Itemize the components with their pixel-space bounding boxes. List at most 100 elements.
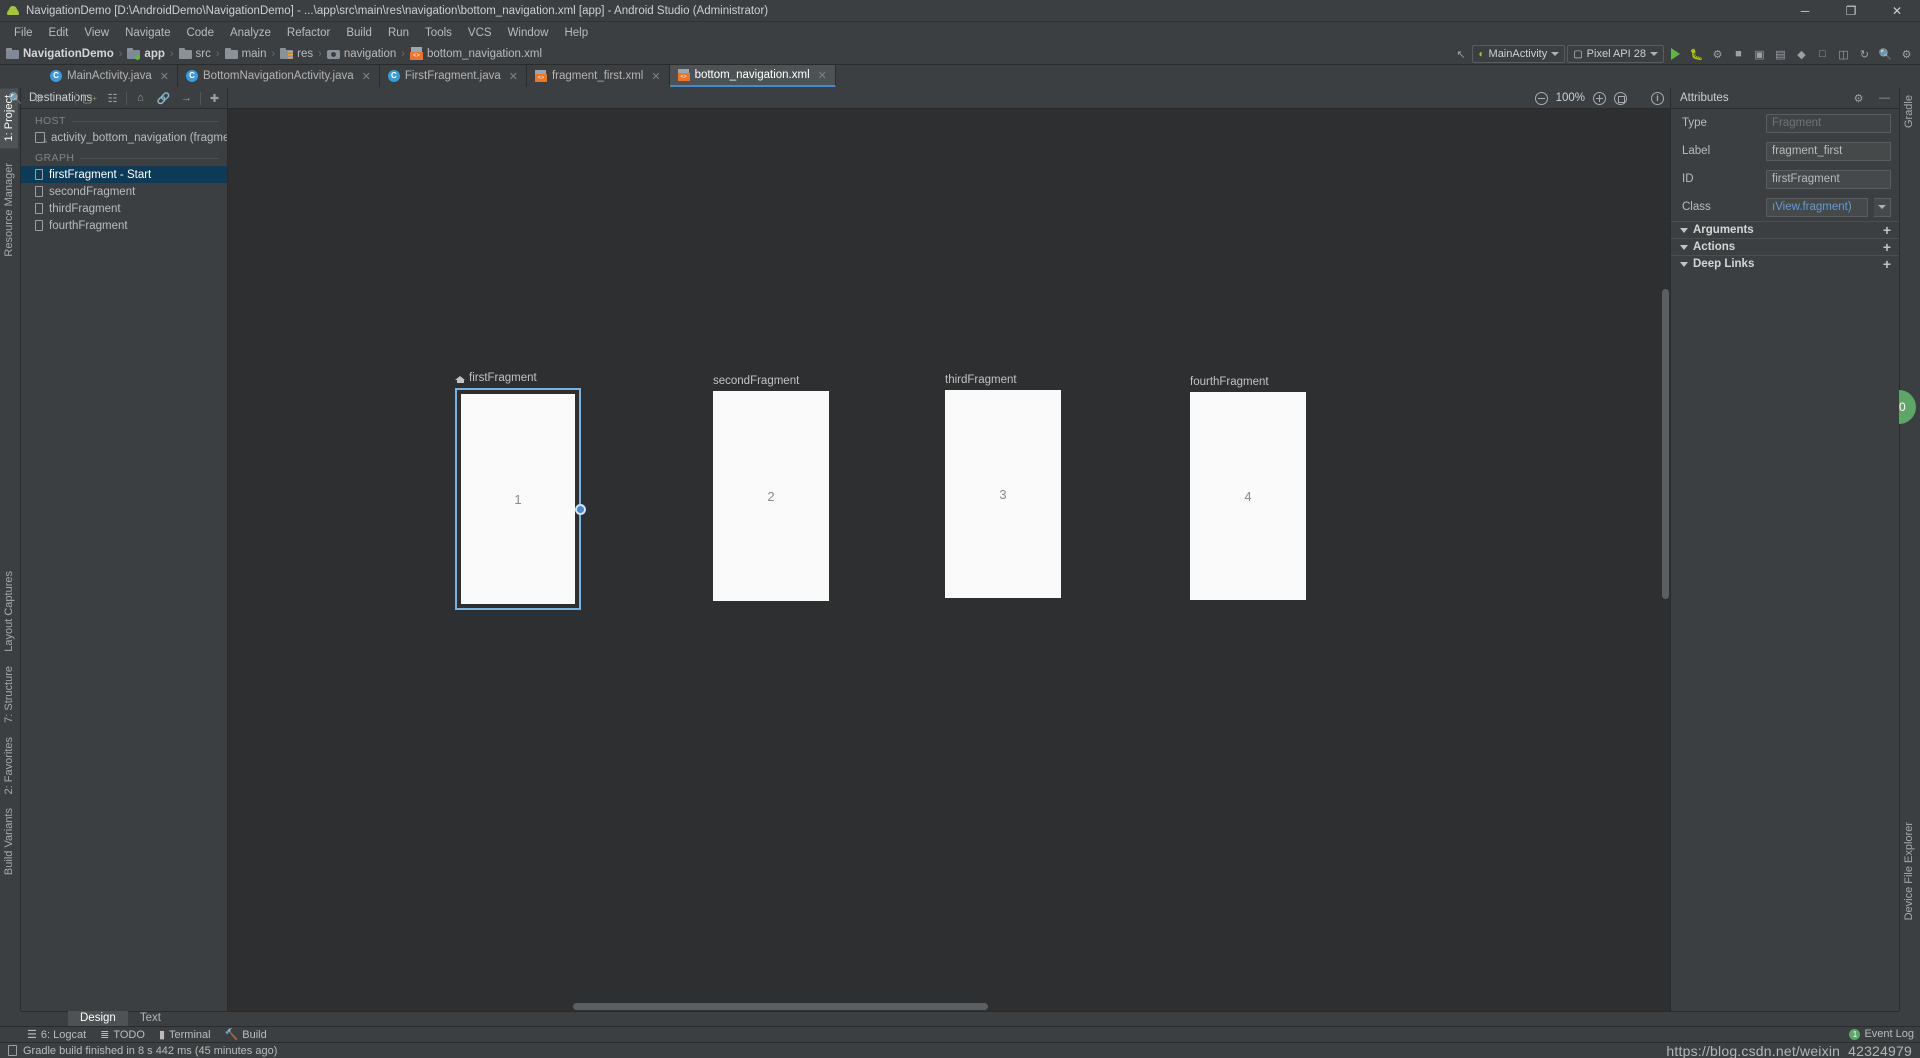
action-drag-handle[interactable] bbox=[575, 504, 586, 515]
menu-item-navigate[interactable]: Navigate bbox=[117, 25, 178, 41]
scrollbar-thumb[interactable] bbox=[573, 1003, 988, 1010]
sidebar-item-structure[interactable]: 7: Structure bbox=[0, 659, 18, 730]
sidebar-item-favorites[interactable]: 2: Favorites bbox=[0, 730, 18, 801]
menu-item-window[interactable]: Window bbox=[500, 25, 557, 41]
fragment-preview[interactable]: 4 bbox=[1190, 392, 1306, 600]
project-structure-icon[interactable]: ◫ bbox=[1834, 45, 1853, 64]
home-icon[interactable]: ⌂ bbox=[131, 89, 150, 108]
fragment-preview[interactable]: 3 bbox=[945, 390, 1061, 598]
class-dropdown-button[interactable] bbox=[1874, 197, 1891, 217]
tab-text[interactable]: Text bbox=[128, 1011, 173, 1026]
canvas-fragment-fourth[interactable]: fourthFragment 4 bbox=[1190, 376, 1306, 600]
breadcrumb-item-file[interactable]: bottom_navigation.xml bbox=[409, 47, 542, 60]
device-selector[interactable]: ▢ Pixel API 28 bbox=[1567, 45, 1664, 63]
add-action-button[interactable]: + bbox=[1883, 240, 1891, 254]
gradle-sync-icon[interactable]: ↖ bbox=[1451, 45, 1470, 64]
breadcrumb-item-main[interactable]: main bbox=[224, 47, 267, 60]
sidebar-item-layout-captures[interactable]: Layout Captures bbox=[0, 564, 18, 659]
label-field[interactable]: fragment_first bbox=[1766, 141, 1891, 161]
sdk-manager-icon[interactable]: ▤ bbox=[1771, 45, 1790, 64]
close-button[interactable]: ✕ bbox=[1874, 0, 1920, 22]
close-icon[interactable]: ✕ bbox=[509, 70, 518, 83]
breadcrumb-item-navigation[interactable]: navigation bbox=[326, 48, 396, 60]
gear-icon[interactable]: ⚙ bbox=[1849, 89, 1868, 108]
status-item-build[interactable]: 🔨 Build bbox=[225, 1028, 267, 1042]
zoom-to-fit-icon[interactable] bbox=[1614, 91, 1627, 105]
fragment-selection-border[interactable]: 1 bbox=[455, 388, 581, 610]
profiler-icon[interactable]: ◆ bbox=[1792, 45, 1811, 64]
destination-item-host-activity[interactable]: activity_bottom_navigation (fragme bbox=[21, 129, 227, 146]
editor-tab-fragment-first-xml[interactable]: fragment_first.xml ✕ bbox=[526, 65, 670, 87]
menu-item-code[interactable]: Code bbox=[178, 25, 222, 41]
new-destination-icon[interactable]: ▢ + bbox=[80, 89, 99, 108]
menu-item-help[interactable]: Help bbox=[556, 25, 596, 41]
close-icon[interactable]: ✕ bbox=[818, 69, 827, 82]
add-deep-link-button[interactable]: + bbox=[1883, 257, 1891, 271]
minimize-icon[interactable]: — bbox=[52, 89, 71, 108]
sidebar-item-build-variants[interactable]: Build Variants bbox=[0, 801, 18, 882]
minimize-button[interactable]: ─ bbox=[1782, 0, 1828, 22]
close-icon[interactable]: ✕ bbox=[362, 70, 371, 83]
fragment-preview[interactable]: 2 bbox=[713, 391, 829, 601]
zoom-select-icon[interactable]: ✚ bbox=[205, 89, 224, 108]
attributes-section-arguments[interactable]: Arguments + bbox=[1671, 221, 1899, 238]
breadcrumb-item-project[interactable]: NavigationDemo bbox=[6, 47, 114, 60]
run-button[interactable] bbox=[1666, 45, 1685, 64]
stop-icon[interactable]: ■ bbox=[1729, 45, 1748, 64]
status-item-todo[interactable]: ≣ TODO bbox=[100, 1028, 145, 1042]
editor-tab-mainactivity[interactable]: C MainActivity.java ✕ bbox=[42, 65, 179, 87]
menu-item-file[interactable]: File bbox=[6, 25, 41, 41]
debug-icon[interactable]: 🐛 bbox=[1687, 45, 1706, 64]
destination-item-secondfragment[interactable]: secondFragment bbox=[21, 183, 227, 200]
canvas-horizontal-scrollbar[interactable] bbox=[228, 1002, 1670, 1011]
tab-design[interactable]: Design bbox=[68, 1011, 128, 1026]
class-field[interactable]: ıView.fragment) bbox=[1766, 197, 1868, 217]
destination-item-thirdfragment[interactable]: thirdFragment bbox=[21, 200, 227, 217]
run-configuration-selector[interactable]: ◐ MainActivity bbox=[1472, 45, 1566, 63]
add-argument-button[interactable]: + bbox=[1883, 223, 1891, 237]
new-nested-graph-icon[interactable]: ☷ bbox=[103, 89, 122, 108]
menu-item-run[interactable]: Run bbox=[380, 25, 417, 41]
minimize-icon[interactable]: — bbox=[1875, 89, 1894, 108]
status-item-terminal[interactable]: ▮ Terminal bbox=[159, 1028, 211, 1042]
search-icon[interactable]: 🔍 bbox=[6, 89, 25, 108]
menu-item-vcs[interactable]: VCS bbox=[460, 25, 500, 41]
breadcrumb-item-app[interactable]: app bbox=[127, 47, 165, 60]
scrollbar-thumb[interactable] bbox=[1662, 289, 1669, 599]
zoom-out-icon[interactable] bbox=[1534, 91, 1548, 105]
arrow-icon[interactable]: → bbox=[177, 89, 196, 108]
canvas-fragment-third[interactable]: thirdFragment 3 bbox=[945, 374, 1061, 598]
menu-item-view[interactable]: View bbox=[76, 25, 117, 41]
apply-changes-icon[interactable]: ⚙ bbox=[1708, 45, 1727, 64]
attributes-section-deep-links[interactable]: Deep Links + bbox=[1671, 255, 1899, 272]
breadcrumb-item-res[interactable]: res bbox=[280, 47, 313, 60]
event-log-button[interactable]: 1 Event Log bbox=[1849, 1026, 1914, 1042]
close-icon[interactable]: ✕ bbox=[651, 70, 660, 83]
menu-item-tools[interactable]: Tools bbox=[417, 25, 460, 41]
menu-item-refactor[interactable]: Refactor bbox=[279, 25, 338, 41]
zoom-in-icon[interactable] bbox=[1593, 91, 1606, 105]
menu-item-analyze[interactable]: Analyze bbox=[222, 25, 279, 41]
info-icon[interactable]: i bbox=[1651, 91, 1664, 105]
status-item-logcat[interactable]: ☰ 6: Logcat bbox=[27, 1028, 86, 1042]
attributes-section-actions[interactable]: Actions + bbox=[1671, 238, 1899, 255]
sidebar-item-resource-manager[interactable]: Resource Manager bbox=[0, 156, 18, 264]
breadcrumb-item-src[interactable]: src bbox=[178, 47, 211, 60]
navigation-design-canvas[interactable]: firstFragment 1 secondFragment 2 thirdFr… bbox=[228, 109, 1670, 1011]
canvas-fragment-second[interactable]: secondFragment 2 bbox=[713, 375, 829, 601]
id-field[interactable]: firstFragment bbox=[1766, 169, 1891, 189]
sync-project-icon[interactable]: ↻ bbox=[1855, 45, 1874, 64]
editor-tab-bottomnavigationactivity[interactable]: C BottomNavigationActivity.java ✕ bbox=[178, 65, 380, 87]
menu-item-build[interactable]: Build bbox=[338, 25, 380, 41]
destination-item-firstfragment[interactable]: firstFragment - Start bbox=[21, 166, 227, 183]
sidebar-item-device-file-explorer[interactable]: Device File Explorer bbox=[1900, 815, 1918, 927]
sidebar-item-gradle[interactable]: Gradle bbox=[1900, 88, 1918, 135]
search-icon[interactable]: 🔍 bbox=[1876, 45, 1895, 64]
settings-icon[interactable]: ⚙ bbox=[1897, 45, 1916, 64]
editor-tab-firstfragment[interactable]: C FirstFragment.java ✕ bbox=[379, 65, 527, 87]
close-icon[interactable]: ✕ bbox=[160, 70, 169, 83]
destination-item-fourthfragment[interactable]: fourthFragment bbox=[21, 217, 227, 234]
link-icon[interactable]: 🔗 bbox=[154, 89, 173, 108]
maximize-button[interactable]: ❐ bbox=[1828, 0, 1874, 22]
menu-item-edit[interactable]: Edit bbox=[41, 25, 77, 41]
